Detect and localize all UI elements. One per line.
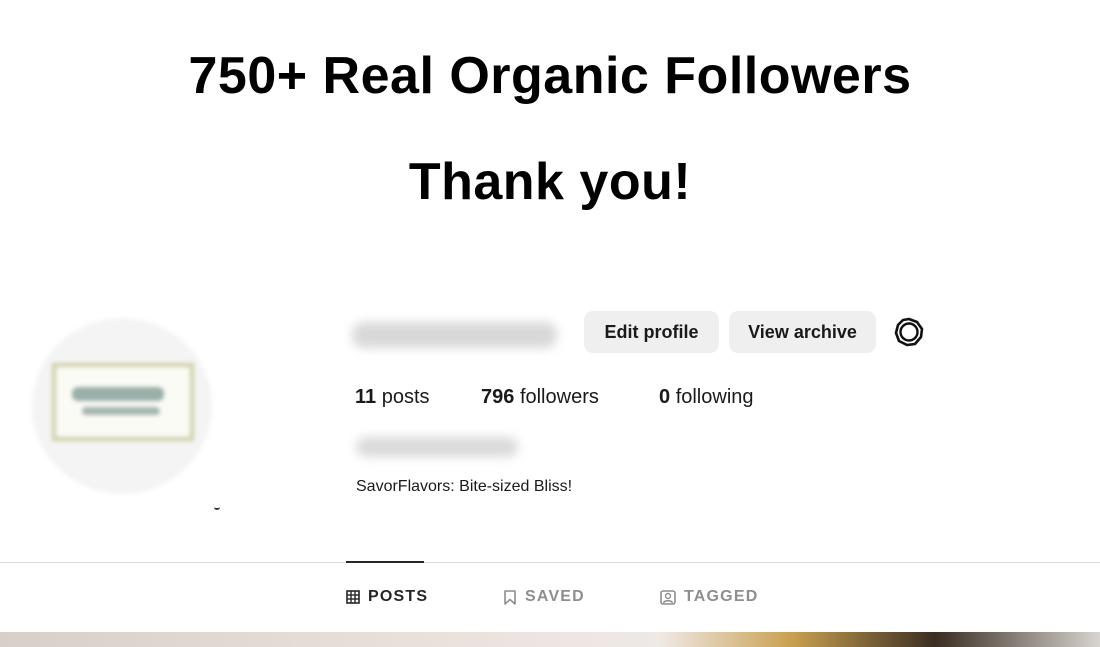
- promo-headline: 750+ Real Organic Followers: [188, 47, 912, 105]
- username-blurred: [352, 322, 557, 348]
- decorative-mark: [214, 506, 220, 510]
- tab-tagged-label: TAGGED: [684, 588, 759, 605]
- thank-you-text: Thank you!: [408, 153, 692, 211]
- posts-label: posts: [381, 386, 430, 408]
- view-archive-button[interactable]: View archive: [729, 311, 876, 353]
- bookmark-icon: [504, 589, 516, 605]
- tab-saved[interactable]: SAVED: [503, 588, 585, 606]
- tab-saved-label: SAVED: [525, 588, 585, 605]
- tab-tagged[interactable]: TAGGED: [660, 588, 758, 606]
- tab-posts[interactable]: POSTS: [346, 588, 428, 606]
- avatar-logo-image: [52, 363, 194, 441]
- active-tab-indicator: [346, 561, 424, 563]
- followers-count: 796: [481, 386, 515, 408]
- profile-bio: SavorFlavors: Bite-sized Bliss!: [356, 478, 573, 495]
- grid-icon: [346, 590, 360, 604]
- following-label: following: [675, 386, 754, 408]
- tab-posts-label: POSTS: [368, 588, 429, 605]
- followers-label: followers: [519, 386, 599, 408]
- display-name-blurred: [356, 437, 518, 457]
- posts-grid-preview-strip: [0, 632, 1100, 647]
- following-count-stat[interactable]: 0 following: [659, 386, 754, 409]
- edit-profile-button[interactable]: Edit profile: [584, 311, 719, 353]
- tagged-user-icon: [660, 589, 676, 605]
- tabs-divider: [0, 562, 1100, 563]
- posts-count-stat: 11 posts: [355, 386, 430, 409]
- settings-gear-icon[interactable]: [893, 316, 925, 348]
- followers-count-stat[interactable]: 796 followers: [481, 386, 599, 409]
- posts-count: 11: [355, 386, 377, 408]
- following-count: 0: [659, 386, 671, 408]
